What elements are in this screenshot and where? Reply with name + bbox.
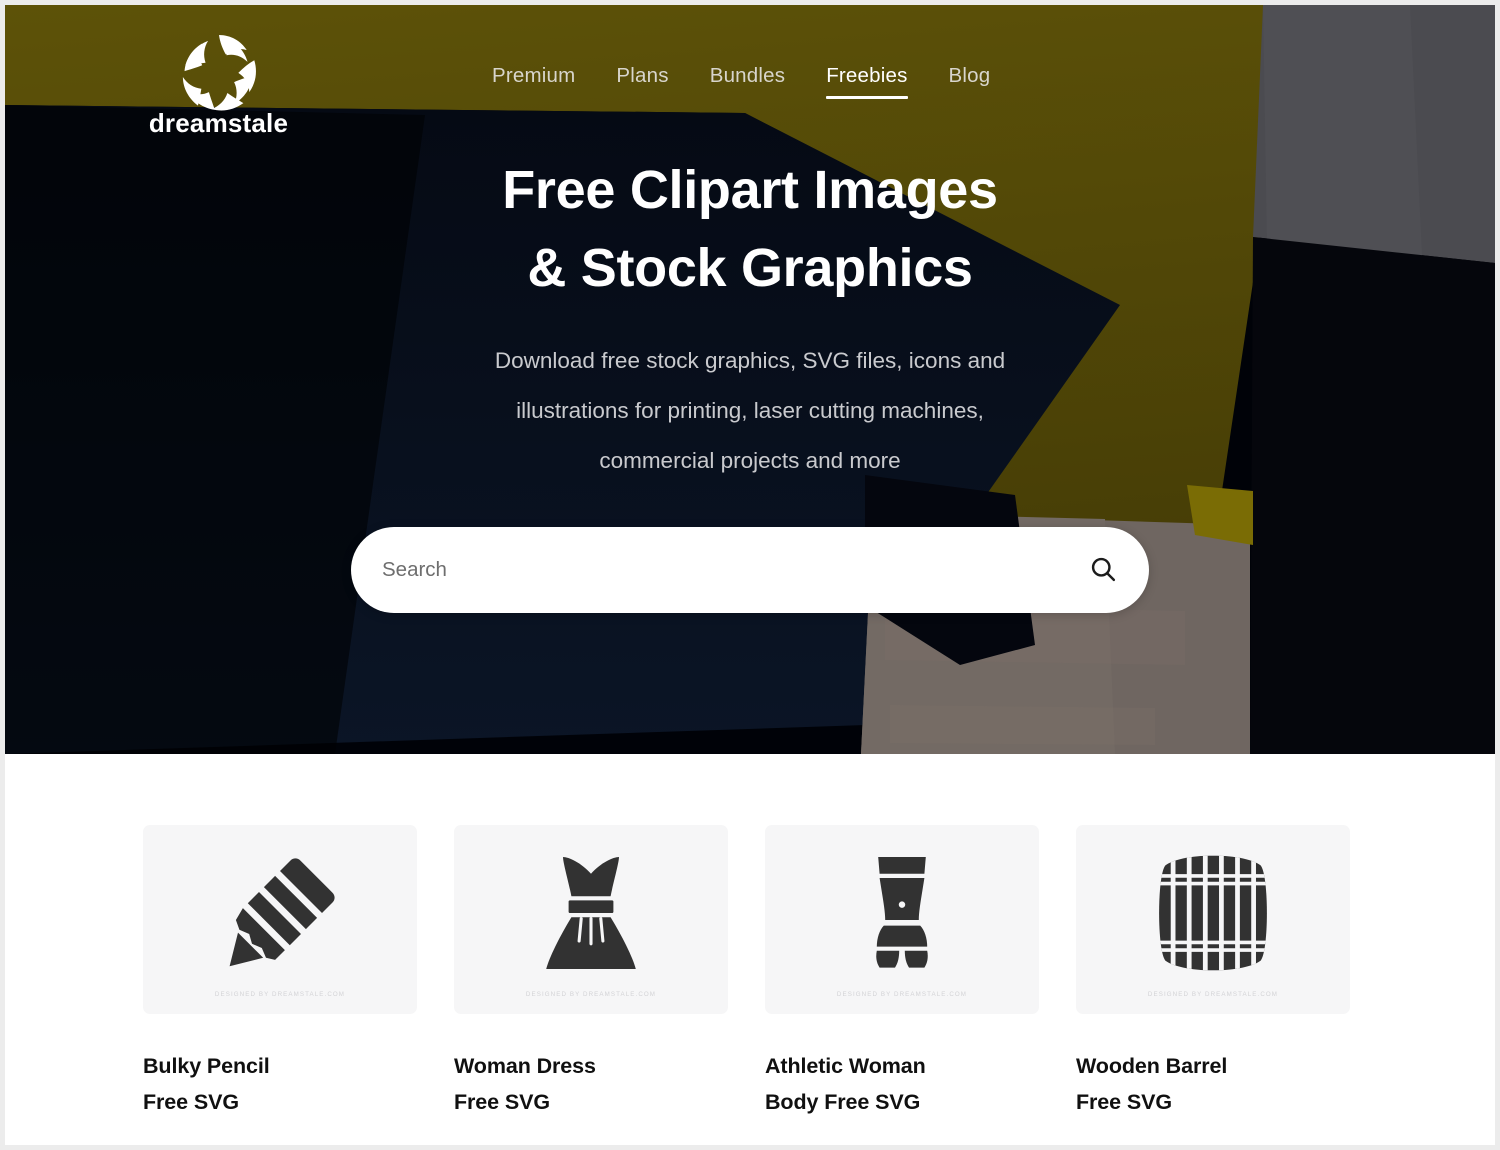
- search-submit-button[interactable]: [1081, 548, 1125, 592]
- card-title: Bulky Pencil Free SVG: [143, 1048, 417, 1120]
- card-watermark: DESIGNED BY DREAMSTALE.COM: [836, 991, 968, 998]
- hero-title-line-1: Free Clipart Images: [502, 160, 998, 220]
- site-header: dreamstale Premium Plans Bundles Freebie…: [5, 5, 1495, 138]
- card-thumbnail[interactable]: DESIGNED BY DREAMSTALE.COM: [765, 825, 1039, 1014]
- hero-title-line-2: & Stock Graphics: [527, 238, 973, 298]
- card-title: Wooden Barrel Free SVG: [1076, 1048, 1350, 1120]
- nav-item-plans[interactable]: Plans: [616, 63, 668, 103]
- card-watermark: DESIGNED BY DREAMSTALE.COM: [214, 991, 346, 998]
- barrel-icon: [1143, 843, 1283, 983]
- card-thumbnail[interactable]: DESIGNED BY DREAMSTALE.COM: [1076, 825, 1350, 1014]
- search-icon: [1089, 555, 1117, 586]
- card-title-line-2: Free SVG: [454, 1090, 550, 1114]
- card-title-line-2: Body Free SVG: [765, 1090, 921, 1114]
- site-logo[interactable]: dreamstale: [136, 30, 301, 139]
- nav-item-bundles[interactable]: Bundles: [710, 63, 785, 103]
- page-root: dreamstale Premium Plans Bundles Freebie…: [0, 0, 1500, 1150]
- nav-item-premium[interactable]: Premium: [492, 63, 575, 103]
- hero-subtitle-line-1: Download free stock graphics, SVG files,…: [494, 348, 1006, 373]
- freebies-grid-section: DESIGNED BY DREAMSTALE.COM Bulky Pencil …: [5, 754, 1495, 1120]
- card-title-line-1: Woman Dress: [454, 1054, 596, 1078]
- freebie-card[interactable]: DESIGNED BY DREAMSTALE.COM Wooden Barrel…: [1076, 825, 1350, 1120]
- dress-icon: [521, 843, 661, 983]
- card-thumbnail[interactable]: DESIGNED BY DREAMSTALE.COM: [143, 825, 417, 1014]
- freebie-card[interactable]: DESIGNED BY DREAMSTALE.COM Woman Dress F…: [454, 825, 728, 1120]
- nav-item-freebies[interactable]: Freebies: [826, 63, 908, 103]
- aperture-swirl-icon: [136, 30, 301, 114]
- card-title: Woman Dress Free SVG: [454, 1048, 728, 1120]
- freebie-card[interactable]: DESIGNED BY DREAMSTALE.COM Bulky Pencil …: [143, 825, 417, 1120]
- hero-subtitle-line-2: illustrations for printing, laser cuttin…: [516, 398, 984, 423]
- logo-wordmark: dreamstale: [148, 108, 289, 138]
- main-navigation: Premium Plans Bundles Freebies Blog: [492, 63, 990, 103]
- hero-subtitle: Download free stock graphics, SVG files,…: [5, 336, 1495, 486]
- card-title: Athletic Woman Body Free SVG: [765, 1048, 1039, 1120]
- card-title-line-1: Athletic Woman: [765, 1054, 926, 1078]
- card-thumbnail[interactable]: DESIGNED BY DREAMSTALE.COM: [454, 825, 728, 1014]
- hero-subtitle-line-3: commercial projects and more: [599, 448, 901, 473]
- nav-item-blog[interactable]: Blog: [949, 63, 991, 103]
- freebies-grid: DESIGNED BY DREAMSTALE.COM Bulky Pencil …: [5, 825, 1495, 1120]
- card-title-line-2: Free SVG: [143, 1090, 239, 1114]
- card-title-line-1: Bulky Pencil: [143, 1054, 270, 1078]
- hero-section: dreamstale Premium Plans Bundles Freebie…: [5, 5, 1495, 754]
- female-torso-icon: [832, 843, 972, 983]
- card-title-line-2: Free SVG: [1076, 1090, 1172, 1114]
- pencil-icon: [210, 843, 350, 983]
- page-title: Free Clipart Images & Stock Graphics: [5, 151, 1495, 307]
- search-bar: [351, 527, 1149, 613]
- card-title-line-1: Wooden Barrel: [1076, 1054, 1228, 1078]
- card-watermark: DESIGNED BY DREAMSTALE.COM: [525, 991, 657, 998]
- card-watermark: DESIGNED BY DREAMSTALE.COM: [1147, 991, 1279, 998]
- search-input[interactable]: [351, 527, 1149, 613]
- freebie-card[interactable]: DESIGNED BY DREAMSTALE.COM Athletic Woma…: [765, 825, 1039, 1120]
